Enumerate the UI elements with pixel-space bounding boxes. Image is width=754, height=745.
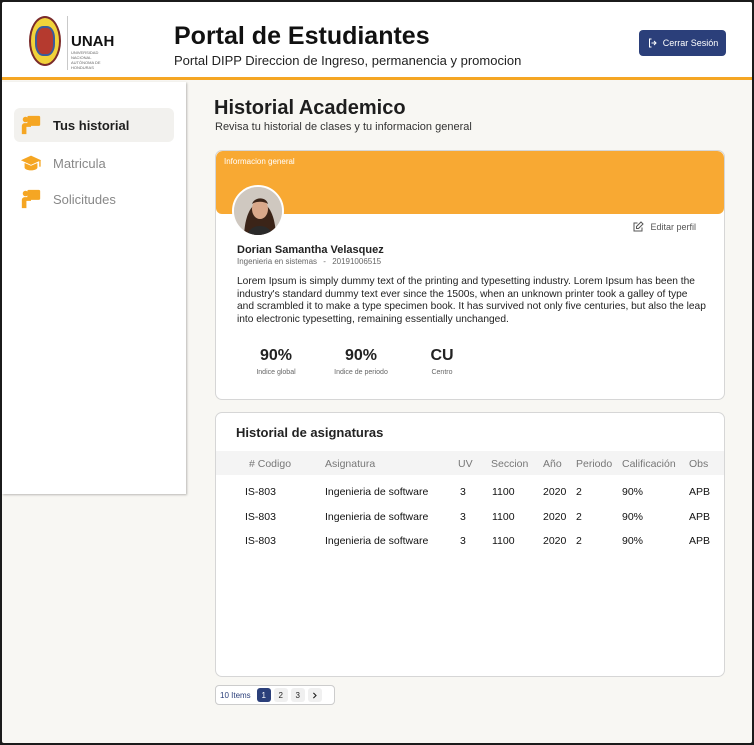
- cell-code: IS-803: [245, 486, 276, 498]
- cell-period: 2: [576, 511, 582, 523]
- cell-obs: APB: [689, 535, 711, 547]
- next-page-button[interactable]: [307, 688, 322, 702]
- student-description: Lorem Ipsum is simply dummy text of the …: [237, 276, 706, 325]
- sidebar-item-label: Tus historial: [53, 117, 130, 133]
- column-header: # Codigo: [249, 458, 292, 470]
- sidebar-item-historial[interactable]: Tus historial: [14, 108, 174, 142]
- stat-label: Indice global: [256, 369, 296, 376]
- column-header: Año: [543, 458, 562, 470]
- table-header: # Codigo Asignatura UV Seccion Año Perio…: [216, 451, 724, 475]
- cell-obs: APB: [689, 486, 711, 498]
- student-meta: Ingenieria en sistemas - 20191006515: [237, 257, 381, 266]
- column-header: Seccion: [491, 458, 529, 470]
- cell-section: 1100: [492, 511, 515, 523]
- cell-subject: Ingenieria de software: [325, 535, 429, 547]
- stat-label: Indice de periodo: [334, 369, 388, 376]
- teacher-board-icon: [21, 115, 41, 135]
- stat-center: CU Centro: [424, 347, 460, 376]
- column-header: Periodo: [576, 458, 613, 470]
- graduation-cap-icon: [20, 155, 42, 171]
- stat-period-index: 90% Indice de periodo: [328, 347, 394, 376]
- portal-title: Portal de Estudiantes: [174, 22, 430, 50]
- app-window: UNAH UNIVERSIDAD NACIONAL AUTÓNOMA DE HO…: [2, 2, 752, 743]
- portal-subtitle: Portal DIPP Direccion de Ingreso, perman…: [174, 53, 522, 68]
- cell-code: IS-803: [245, 511, 276, 523]
- history-title: Historial de asignaturas: [236, 425, 384, 440]
- page-subtitle: Revisa tu historial de clases y tu infor…: [215, 121, 472, 133]
- cell-section: 1100: [492, 486, 515, 498]
- sidebar-item-matricula[interactable]: Matricula: [14, 146, 174, 180]
- cell-obs: APB: [689, 511, 711, 523]
- cell-grade: 90%: [622, 511, 644, 523]
- avatar: [232, 185, 284, 237]
- column-header: Calificación: [622, 458, 676, 470]
- cell-period: 2: [576, 535, 582, 547]
- general-info-card: Informacion general Editar perfil Dorian…: [215, 150, 725, 400]
- cell-section: 1100: [492, 535, 515, 547]
- chevron-right-icon: [313, 691, 317, 699]
- page-button[interactable]: 1: [256, 688, 271, 702]
- page-button[interactable]: 3: [290, 688, 305, 702]
- stat-value: CU: [430, 347, 454, 364]
- cell-code: IS-803: [245, 535, 276, 547]
- sidebar-item-solicitudes[interactable]: Solicitudes: [14, 182, 174, 216]
- column-header: UV: [458, 458, 473, 470]
- course-history-card: Historial de asignaturas # Codigo Asigna…: [215, 412, 725, 677]
- table-row[interactable]: IS-803 Ingenieria de software 3 1100 202…: [216, 507, 724, 531]
- stat-label: Centro: [431, 369, 453, 376]
- cell-year: 2020: [543, 535, 567, 547]
- sidebar-item-label: Matricula: [53, 155, 106, 171]
- cell-subject: Ingenieria de software: [325, 486, 429, 498]
- stat-value: 90%: [259, 347, 293, 364]
- sidebar: Tus historial Matricula Solicitudes: [2, 82, 186, 494]
- cell-uv: 3: [460, 511, 466, 523]
- edit-profile-label: Editar perfil: [650, 222, 696, 232]
- page-button[interactable]: 2: [273, 688, 288, 702]
- student-meta-separator: -: [323, 257, 326, 266]
- edit-profile-button[interactable]: Editar perfil: [632, 221, 696, 233]
- student-account: 20191006515: [332, 257, 382, 266]
- cell-period: 2: [576, 486, 582, 498]
- cell-grade: 90%: [622, 486, 644, 498]
- column-header: Obs: [689, 458, 709, 470]
- logo-divider: [67, 16, 68, 70]
- info-banner: Informacion general: [216, 151, 724, 214]
- table-row[interactable]: IS-803 Ingenieria de software 3 1100 202…: [216, 482, 724, 506]
- column-header: Asignatura: [325, 458, 376, 470]
- logo-subtext: UNIVERSIDAD NACIONAL AUTÓNOMA DE HONDURA…: [71, 50, 101, 70]
- table-row[interactable]: IS-803 Ingenieria de software 3 1100 202…: [216, 531, 724, 555]
- student-career: Ingenieria en sistemas: [237, 257, 318, 266]
- student-name: Dorian Samantha Velasquez: [237, 244, 384, 256]
- info-banner-label: Informacion general: [224, 157, 295, 166]
- avatar-photo: [234, 187, 282, 235]
- stat-value: 90%: [344, 347, 378, 364]
- cell-year: 2020: [543, 486, 567, 498]
- logo-text: UNAH: [71, 33, 115, 50]
- logout-label: Cerrar Sesión: [662, 38, 719, 48]
- teacher-board-icon: [21, 189, 41, 209]
- page-title: Historial Academico: [214, 97, 406, 119]
- cell-uv: 3: [460, 535, 466, 547]
- sidebar-item-label: Solicitudes: [53, 191, 116, 207]
- stat-global-index: 90% Indice global: [250, 347, 302, 376]
- unah-seal-logo: [29, 16, 61, 66]
- logout-button[interactable]: Cerrar Sesión: [639, 30, 726, 56]
- logout-icon: [648, 38, 657, 48]
- cell-subject: Ingenieria de software: [325, 511, 429, 523]
- pagination: 10 Items 1 2 3: [215, 685, 335, 705]
- edit-icon: [633, 221, 645, 232]
- cell-year: 2020: [543, 511, 567, 523]
- cell-uv: 3: [460, 486, 466, 498]
- items-count: 10 Items: [220, 690, 251, 700]
- header: UNAH UNIVERSIDAD NACIONAL AUTÓNOMA DE HO…: [2, 2, 752, 80]
- cell-grade: 90%: [622, 535, 644, 547]
